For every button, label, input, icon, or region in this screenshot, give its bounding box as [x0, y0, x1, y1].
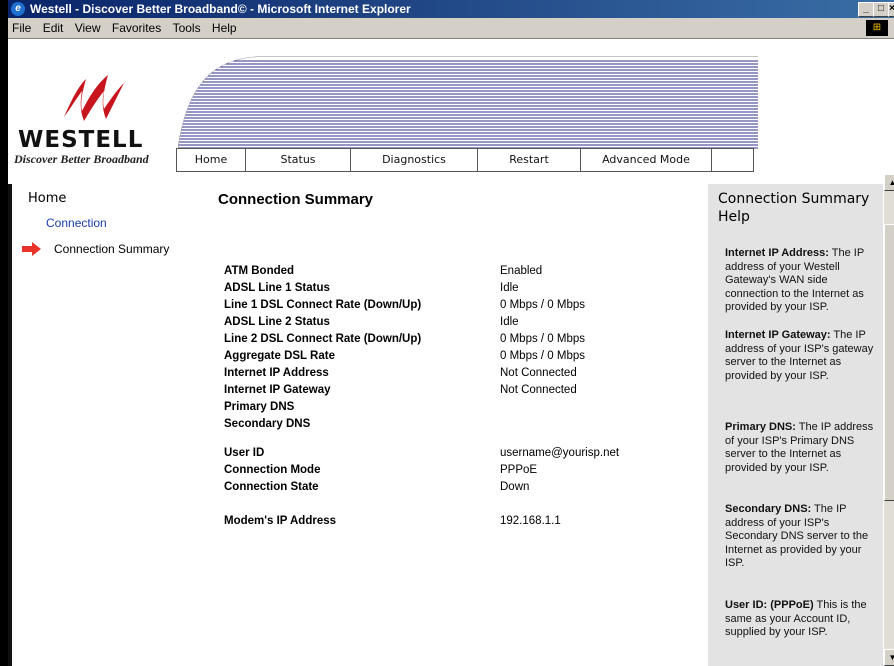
- browser-page: WESTELL Discover Better Broadband Home S…: [8, 39, 894, 666]
- summary-row: Connection Mode PPPoE: [224, 464, 704, 481]
- summary-row: ADSL Line 2 Status Idle: [224, 316, 704, 333]
- current-page-arrow-icon: [22, 242, 41, 256]
- logo-area: WESTELL Discover Better Broadband: [14, 39, 178, 174]
- summary-row: Line 1 DSL Connect Rate (Down/Up) 0 Mbps …: [224, 299, 704, 316]
- summary-value: Not Connected: [500, 384, 577, 396]
- main-content: Connection Summary ATM Bonded Enabled ADSL…: [218, 184, 708, 666]
- ie-icon: e: [11, 2, 25, 16]
- summary-row: Internet IP Gateway Not Connected: [224, 384, 704, 401]
- summary-label: Aggregate DSL Rate: [224, 350, 335, 362]
- nav-status[interactable]: Status: [246, 149, 351, 171]
- summary-label: ATM Bonded: [224, 265, 295, 277]
- summary-row: Secondary DNS: [224, 418, 704, 435]
- scroll-up-button[interactable]: ▲: [884, 174, 894, 191]
- menu-help[interactable]: Help: [212, 21, 237, 35]
- summary-value: username@yourisp.net: [500, 447, 620, 459]
- help-item-internet-ip-gateway: Internet IP Gateway: The IP address of y…: [725, 329, 874, 382]
- summary-label: Line 1 DSL Connect Rate (Down/Up): [224, 299, 422, 311]
- summary-label: Primary DNS: [224, 401, 295, 413]
- header-right-space: [758, 39, 885, 174]
- summary-row: Modem's IP Address 192.168.1.1: [224, 515, 704, 532]
- menu-view[interactable]: View: [75, 21, 101, 35]
- scroll-thumb[interactable]: [884, 224, 894, 501]
- summary-value: Down: [500, 481, 530, 493]
- westell-w-logo-icon: [64, 75, 124, 121]
- summary-value: 0 Mbps / 0 Mbps: [500, 333, 586, 345]
- maximize-button[interactable]: □: [873, 2, 889, 17]
- summary-row: Connection State Down: [224, 481, 704, 498]
- summary-row: User ID username@yourisp.net: [224, 447, 704, 464]
- summary-row: Primary DNS: [224, 401, 704, 418]
- brand-name: WESTELL: [18, 127, 144, 153]
- summary-label: User ID: [224, 447, 265, 459]
- nav-home[interactable]: Home: [177, 149, 246, 171]
- nav-bar: Home Status Diagnostics Restart Advanced…: [176, 148, 754, 172]
- scroll-down-button[interactable]: ▼: [884, 649, 894, 666]
- summary-value: Not Connected: [500, 367, 577, 379]
- header-stripes: [178, 56, 758, 149]
- nav-diagnostics[interactable]: Diagnostics: [351, 149, 478, 171]
- summary-row: ATM Bonded Enabled: [224, 265, 704, 282]
- summary-label: Internet IP Gateway: [224, 384, 331, 396]
- summary-row: Internet IP Address Not Connected: [224, 367, 704, 384]
- summary-value: Idle: [500, 282, 519, 294]
- summary-label: Connection State: [224, 481, 319, 493]
- summary-label: Internet IP Address: [224, 367, 329, 379]
- summary-value: 0 Mbps / 0 Mbps: [500, 299, 586, 311]
- menu-file[interactable]: File: [12, 21, 31, 35]
- menu-favorites[interactable]: Favorites: [112, 21, 161, 35]
- page-title: Connection Summary: [218, 191, 374, 208]
- summary-label: ADSL Line 2 Status: [224, 316, 330, 328]
- sidebar-home[interactable]: Home: [28, 191, 66, 206]
- help-item-primary-dns: Primary DNS: The IP address of your ISP'…: [725, 421, 874, 474]
- windows-logo-icon: ⊞: [866, 20, 888, 36]
- menu-edit[interactable]: Edit: [43, 21, 64, 35]
- close-button[interactable]: ×: [888, 2, 894, 17]
- summary-label: Modem's IP Address: [224, 515, 337, 527]
- title-bar: e Westell - Discover Better Broadband© -…: [8, 0, 894, 18]
- brand-tagline: Discover Better Broadband: [14, 152, 149, 166]
- minimize-button[interactable]: _: [858, 2, 874, 17]
- help-title: Connection Summary Help: [718, 191, 870, 225]
- summary-label: Line 2 DSL Connect Rate (Down/Up): [224, 333, 422, 345]
- window-title: Westell - Discover Better Broadband© - M…: [30, 2, 411, 16]
- summary-label: ADSL Line 1 Status: [224, 282, 330, 294]
- summary-label: Connection Mode: [224, 464, 321, 476]
- help-item-internet-ip-address: Internet IP Address: The IP address of y…: [725, 247, 864, 313]
- help-item-secondary-dns: Secondary DNS: The IP address of your IS…: [725, 503, 869, 569]
- sidebar-item-connection[interactable]: Connection: [46, 216, 107, 230]
- summary-label: Secondary DNS: [224, 418, 311, 430]
- summary-value: Enabled: [500, 265, 543, 277]
- sidebar-item-connection-summary[interactable]: Connection Summary: [54, 242, 169, 256]
- summary-value: PPPoE: [500, 464, 538, 476]
- summary-value: 0 Mbps / 0 Mbps: [500, 350, 586, 362]
- nav-restart[interactable]: Restart: [478, 149, 581, 171]
- menu-bar: File Edit View Favorites Tools Help ⊞: [8, 18, 894, 39]
- help-item-user-id: User ID: (PPPoE) This is the same as you…: [725, 599, 867, 638]
- nav-advanced-mode[interactable]: Advanced Mode: [581, 149, 712, 171]
- summary-value: Idle: [500, 316, 519, 328]
- menu-tools[interactable]: Tools: [173, 21, 201, 35]
- window-left-edge: [0, 0, 8, 666]
- vertical-scrollbar[interactable]: ▲ ▼: [884, 174, 894, 666]
- summary-value: 192.168.1.1: [500, 515, 561, 527]
- summary-row: Aggregate DSL Rate 0 Mbps / 0 Mbps: [224, 350, 704, 367]
- summary-row: Line 2 DSL Connect Rate (Down/Up) 0 Mbps …: [224, 333, 704, 350]
- summary-row: ADSL Line 1 Status Idle: [224, 282, 704, 299]
- sidebar: Home Connection Connection Summary: [8, 184, 192, 666]
- help-panel: Connection Summary Help Internet IP Addr…: [708, 184, 883, 666]
